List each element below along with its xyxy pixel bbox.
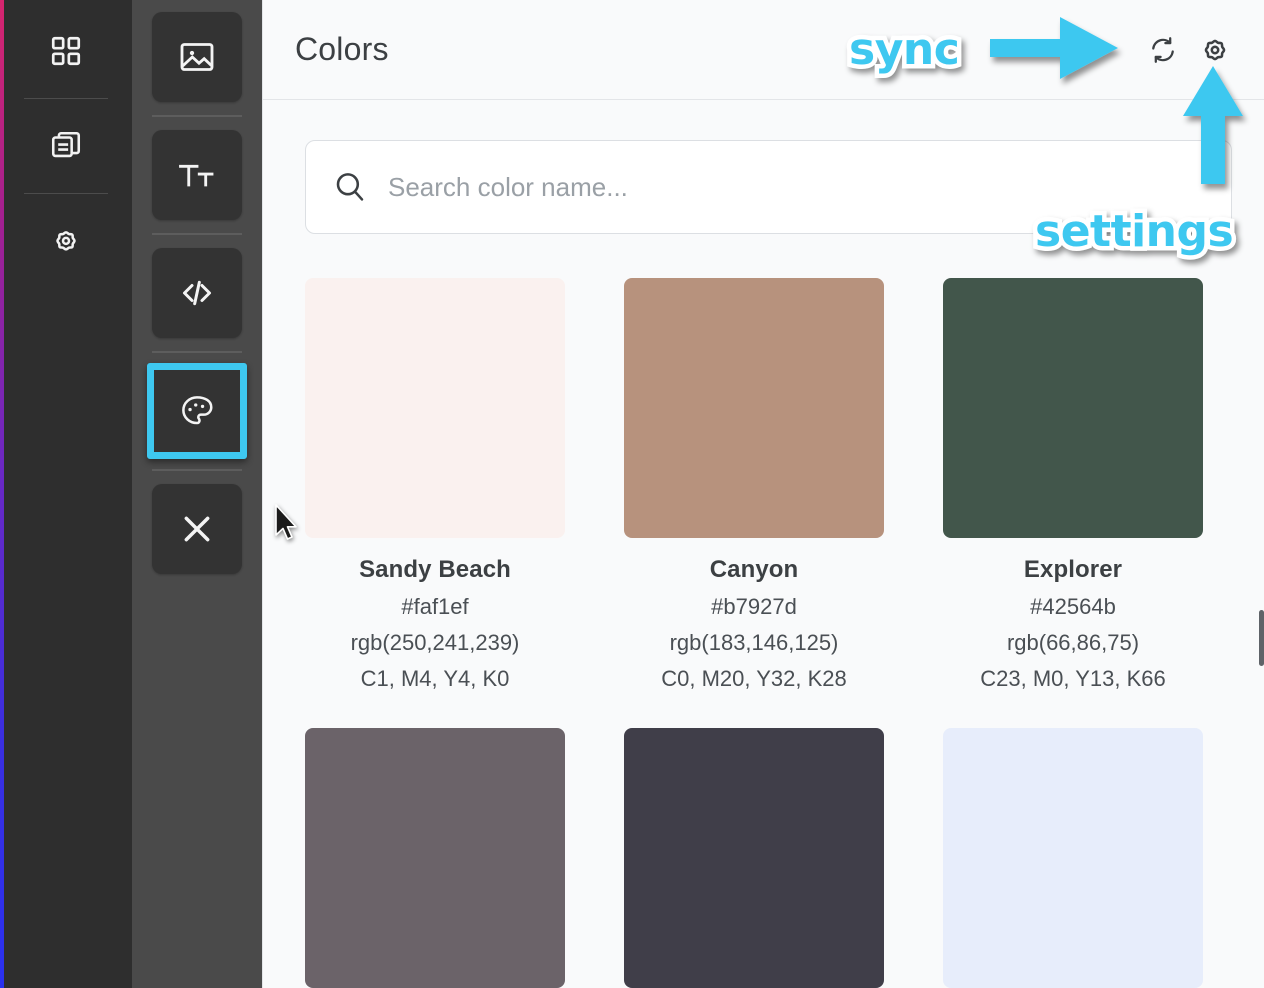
scrollbar-thumb[interactable] [1259,610,1264,666]
search-icon [332,169,368,205]
color-swatch[interactable] [305,278,565,538]
tool-divider-2 [152,233,242,235]
color-card[interactable] [943,728,1203,988]
settings-icon [1198,33,1232,67]
color-rgb: rgb(66,86,75) [1006,630,1140,655]
color-cmyk: C1, M4, Y4, K0 [360,666,510,691]
colors-content: Sandy Beach #faf1ef rgb(250,241,239) C1,… [263,100,1264,988]
gear-icon [49,224,83,258]
tool-button-close[interactable] [152,484,242,574]
color-swatch[interactable] [624,728,884,988]
color-hex: #42564b [1030,594,1116,619]
image-icon [177,37,217,77]
sync-button[interactable] [1140,27,1186,73]
color-swatch[interactable] [943,728,1203,988]
sidebar-divider-2 [24,193,108,194]
color-swatch[interactable] [305,728,565,988]
sidebar-item-dashboard[interactable] [33,18,99,84]
window-edge-gradient [0,0,4,988]
tool-sidebar [132,0,262,988]
color-card[interactable]: Sandy Beach #faf1ef rgb(250,241,239) C1,… [305,278,565,692]
color-cmyk: C0, M20, Y32, K28 [661,666,847,691]
color-rgb: rgb(250,241,239) [350,630,520,655]
grid-icon [49,34,83,68]
color-swatch[interactable] [943,278,1203,538]
primary-sidebar [0,0,132,988]
copy-layers-icon [49,129,83,163]
color-name: Explorer [1023,556,1123,583]
color-swatch[interactable] [624,278,884,538]
text-size-icon [176,154,218,196]
color-name: Canyon [709,556,799,583]
color-grid: Sandy Beach #faf1ef rgb(250,241,239) C1,… [305,278,1232,988]
sync-icon [1147,34,1179,66]
tool-button-typography[interactable] [152,130,242,220]
palette-icon [178,392,216,430]
sidebar-divider-1 [24,98,108,99]
app-window: Colors Search color name... Sandy Beach … [0,0,1264,988]
color-card[interactable]: Explorer #42564b rgb(66,86,75) C23, M0, … [943,278,1203,692]
search-input[interactable] [388,171,1205,203]
tool-divider-4 [152,469,242,471]
color-name: Sandy Beach [359,556,511,583]
color-card[interactable]: Canyon #b7927d rgb(183,146,125) C0, M20,… [624,278,884,692]
color-hex: #b7927d [711,594,797,619]
search-bar[interactable] [305,140,1232,234]
mouse-cursor [274,504,302,544]
tool-button-code[interactable] [152,248,242,338]
main-panel: Colors Search color name... Sandy Beach … [262,0,1264,988]
tool-divider-1 [152,115,242,117]
close-icon [177,509,217,549]
color-rgb: rgb(183,146,125) [669,630,839,655]
color-cmyk: C23, M0, Y13, K66 [980,666,1166,691]
sidebar-item-layers[interactable] [33,113,99,179]
tool-button-colors[interactable] [147,363,247,459]
page-title: Colors [295,31,389,67]
settings-button[interactable] [1192,27,1238,73]
color-card[interactable] [305,728,565,988]
tool-divider-3 [152,351,242,353]
code-icon [177,273,217,313]
tool-button-images[interactable] [152,12,242,102]
sidebar-item-settings[interactable] [33,208,99,274]
color-card[interactable] [624,728,884,988]
color-hex: #faf1ef [401,594,469,619]
vertical-scrollbar[interactable] [1259,100,1264,988]
header-bar: Colors [263,0,1264,100]
